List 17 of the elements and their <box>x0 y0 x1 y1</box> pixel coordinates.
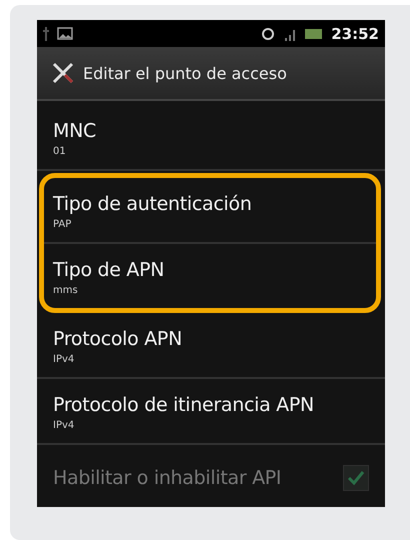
setting-title[interactable]: MNC <box>53 120 369 142</box>
setting-value: IPv4 <box>53 420 76 430</box>
setting-title[interactable]: Protocolo APN <box>53 328 369 350</box>
tools-icon <box>51 61 75 85</box>
sync-icon <box>261 26 276 40</box>
image-icon <box>57 27 73 40</box>
setting-title[interactable]: Protocolo de itinerancia APN <box>53 394 369 416</box>
setting-title[interactable]: Tipo de autenticación <box>53 192 360 214</box>
setting-value: 01 <box>53 146 67 156</box>
setting-value: PAP <box>53 218 72 230</box>
clock: 23:52 <box>331 24 379 42</box>
setting-value: mms <box>53 284 79 296</box>
check-icon <box>347 470 365 486</box>
battery-icon <box>305 28 324 40</box>
screen-title: Editar el punto de acceso <box>83 64 287 82</box>
setting-value: IPv4 <box>53 354 76 364</box>
setting-title[interactable]: Tipo de APN <box>53 258 360 280</box>
